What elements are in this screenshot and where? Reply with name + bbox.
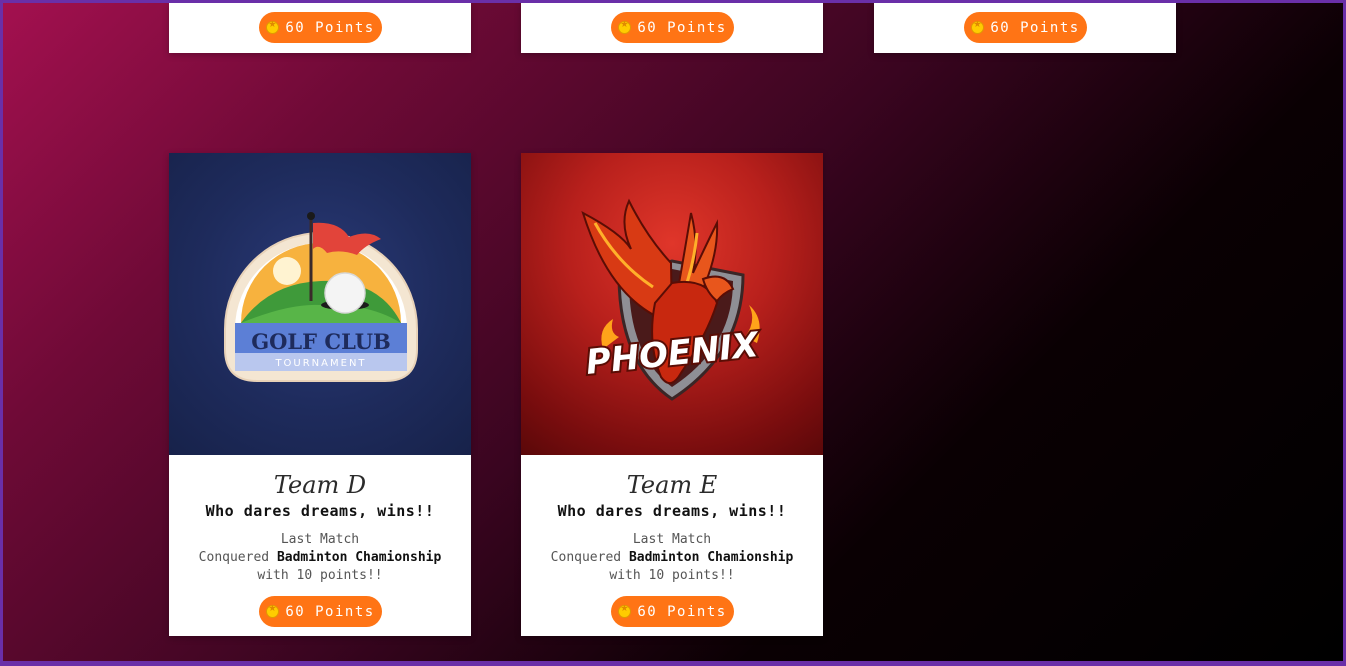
conquered-prefix: Conquered (198, 550, 270, 565)
points-line: with 10 points!! (609, 568, 735, 583)
phoenix-logo: PHOENIX (521, 153, 823, 455)
team-motto: Who dares dreams, wins!! (557, 502, 787, 520)
conquered-line: Conquered Badminton Chamionship (521, 549, 823, 567)
points-button[interactable]: 60 Points (259, 596, 382, 627)
points-label: 60 Points (990, 19, 1080, 36)
points-button[interactable]: 60 Points (611, 596, 734, 627)
last-match-label: Last Match (632, 532, 712, 547)
team-card-top-3: 60 Points (874, 3, 1176, 53)
svg-text:GOLF CLUB: GOLF CLUB (251, 329, 391, 354)
coin-icon (266, 20, 280, 34)
points-button[interactable]: 60 Points (964, 12, 1087, 43)
points-label: 60 Points (637, 19, 727, 36)
svg-text:TOURNAMENT: TOURNAMENT (274, 358, 366, 369)
team-card-body: Team D Who dares dreams, wins!! Last Mat… (169, 455, 471, 636)
coin-icon (266, 604, 280, 618)
last-match-label: Last Match (280, 532, 360, 547)
window-bottom-border (0, 661, 1346, 666)
points-button[interactable]: 60 Points (611, 12, 734, 43)
team-motto: Who dares dreams, wins!! (205, 502, 435, 520)
last-match-info: Last Match Conquered Badminton Chamionsh… (169, 531, 471, 585)
conquered-prefix: Conquered (550, 550, 622, 565)
last-match-info: Last Match Conquered Badminton Chamionsh… (521, 531, 823, 585)
points-label: 60 Points (285, 603, 375, 620)
points-label: 60 Points (637, 603, 727, 620)
team-cards-page: 60 Points 60 Points 60 Points (3, 3, 1343, 661)
coin-icon (618, 604, 632, 618)
team-card-top-2: 60 Points (521, 3, 823, 53)
team-card-e: PHOENIX Team E Who dares dreams, wins!! … (521, 153, 823, 636)
team-card-d: GOLF CLUB TOURNAMENT Team D Who dares dr… (169, 153, 471, 636)
team-card-body: Team E Who dares dreams, wins!! Last Mat… (521, 455, 823, 636)
coin-icon (971, 20, 985, 34)
points-line: with 10 points!! (257, 568, 383, 583)
team-name: Team E (626, 471, 718, 499)
points-label: 60 Points (285, 19, 375, 36)
event-name: Badminton Chamionship (276, 550, 442, 565)
conquered-line: Conquered Badminton Chamionship (169, 549, 471, 567)
coin-icon (618, 20, 632, 34)
golf-club-logo: GOLF CLUB TOURNAMENT (169, 153, 471, 455)
event-name: Badminton Chamionship (628, 550, 794, 565)
points-button[interactable]: 60 Points (259, 12, 382, 43)
team-card-top-1: 60 Points (169, 3, 471, 53)
team-name: Team D (273, 471, 367, 499)
